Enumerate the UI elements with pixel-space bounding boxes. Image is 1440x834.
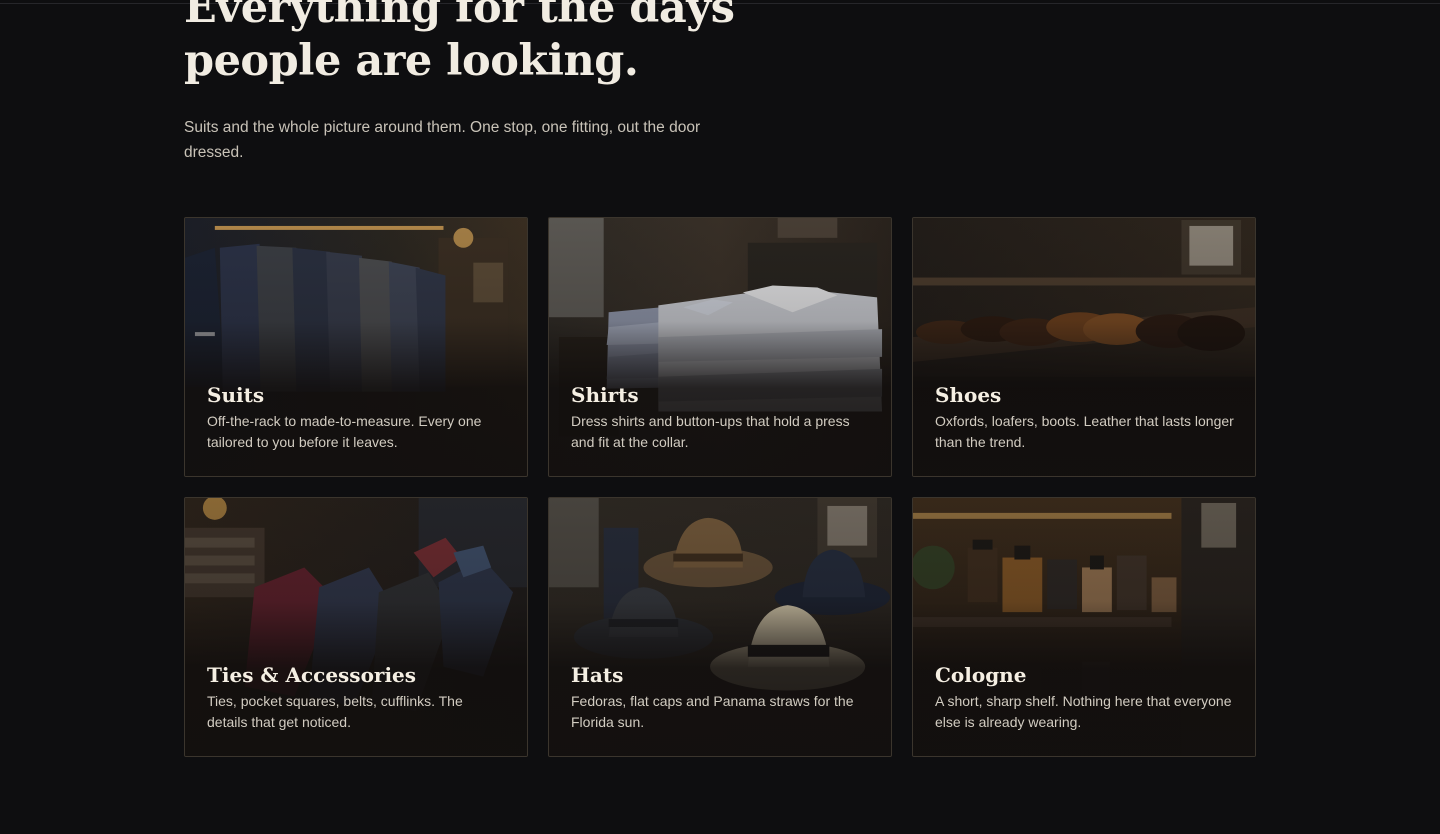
card-text: Suits Off-the-rack to made-to-measure. E… <box>207 382 507 453</box>
card-text: Shoes Oxfords, loafers, boots. Leather t… <box>935 382 1235 453</box>
card-text: Ties & Accessories Ties, pocket squares,… <box>207 662 507 733</box>
card-title: Hats <box>571 663 624 687</box>
card-description: Oxfords, loafers, boots. Leather that la… <box>935 413 1234 450</box>
hero-subtitle: Suits and the whole picture around them.… <box>184 119 701 161</box>
card-text: Shirts Dress shirts and button-ups that … <box>571 382 871 453</box>
category-card-ties-accessories[interactable]: Ties & Accessories Ties, pocket squares,… <box>184 497 528 757</box>
category-card-shirts[interactable]: Shirts Dress shirts and button-ups that … <box>548 217 892 477</box>
card-description: Fedoras, flat caps and Panama straws for… <box>571 693 854 730</box>
card-title: Ties & Accessories <box>207 663 417 687</box>
card-title: Suits <box>207 383 265 407</box>
card-text: Cologne A short, sharp shelf. Nothing he… <box>935 662 1235 733</box>
category-card-suits[interactable]: Suits Off-the-rack to made-to-measure. E… <box>184 217 528 477</box>
page: Everything for the days people are looki… <box>0 0 1440 834</box>
category-card-cologne[interactable]: Cologne A short, sharp shelf. Nothing he… <box>912 497 1256 757</box>
card-title: Shoes <box>935 383 1002 407</box>
hero-headline: Everything for the days people are looki… <box>184 0 735 86</box>
card-description: Ties, pocket squares, belts, cufflinks. … <box>207 693 463 730</box>
card-description: Dress shirts and button-ups that hold a … <box>571 413 850 450</box>
category-card-shoes[interactable]: Shoes Oxfords, loafers, boots. Leather t… <box>912 217 1256 477</box>
card-description: Off-the-rack to made-to-measure. Every o… <box>207 413 482 450</box>
card-description: A short, sharp shelf. Nothing here that … <box>935 693 1232 730</box>
category-grid: Suits Off-the-rack to made-to-measure. E… <box>184 217 1256 757</box>
card-text: Hats Fedoras, flat caps and Panama straw… <box>571 662 871 733</box>
card-title: Shirts <box>571 383 639 407</box>
category-card-hats[interactable]: Hats Fedoras, flat caps and Panama straw… <box>548 497 892 757</box>
card-title: Cologne <box>935 663 1027 687</box>
